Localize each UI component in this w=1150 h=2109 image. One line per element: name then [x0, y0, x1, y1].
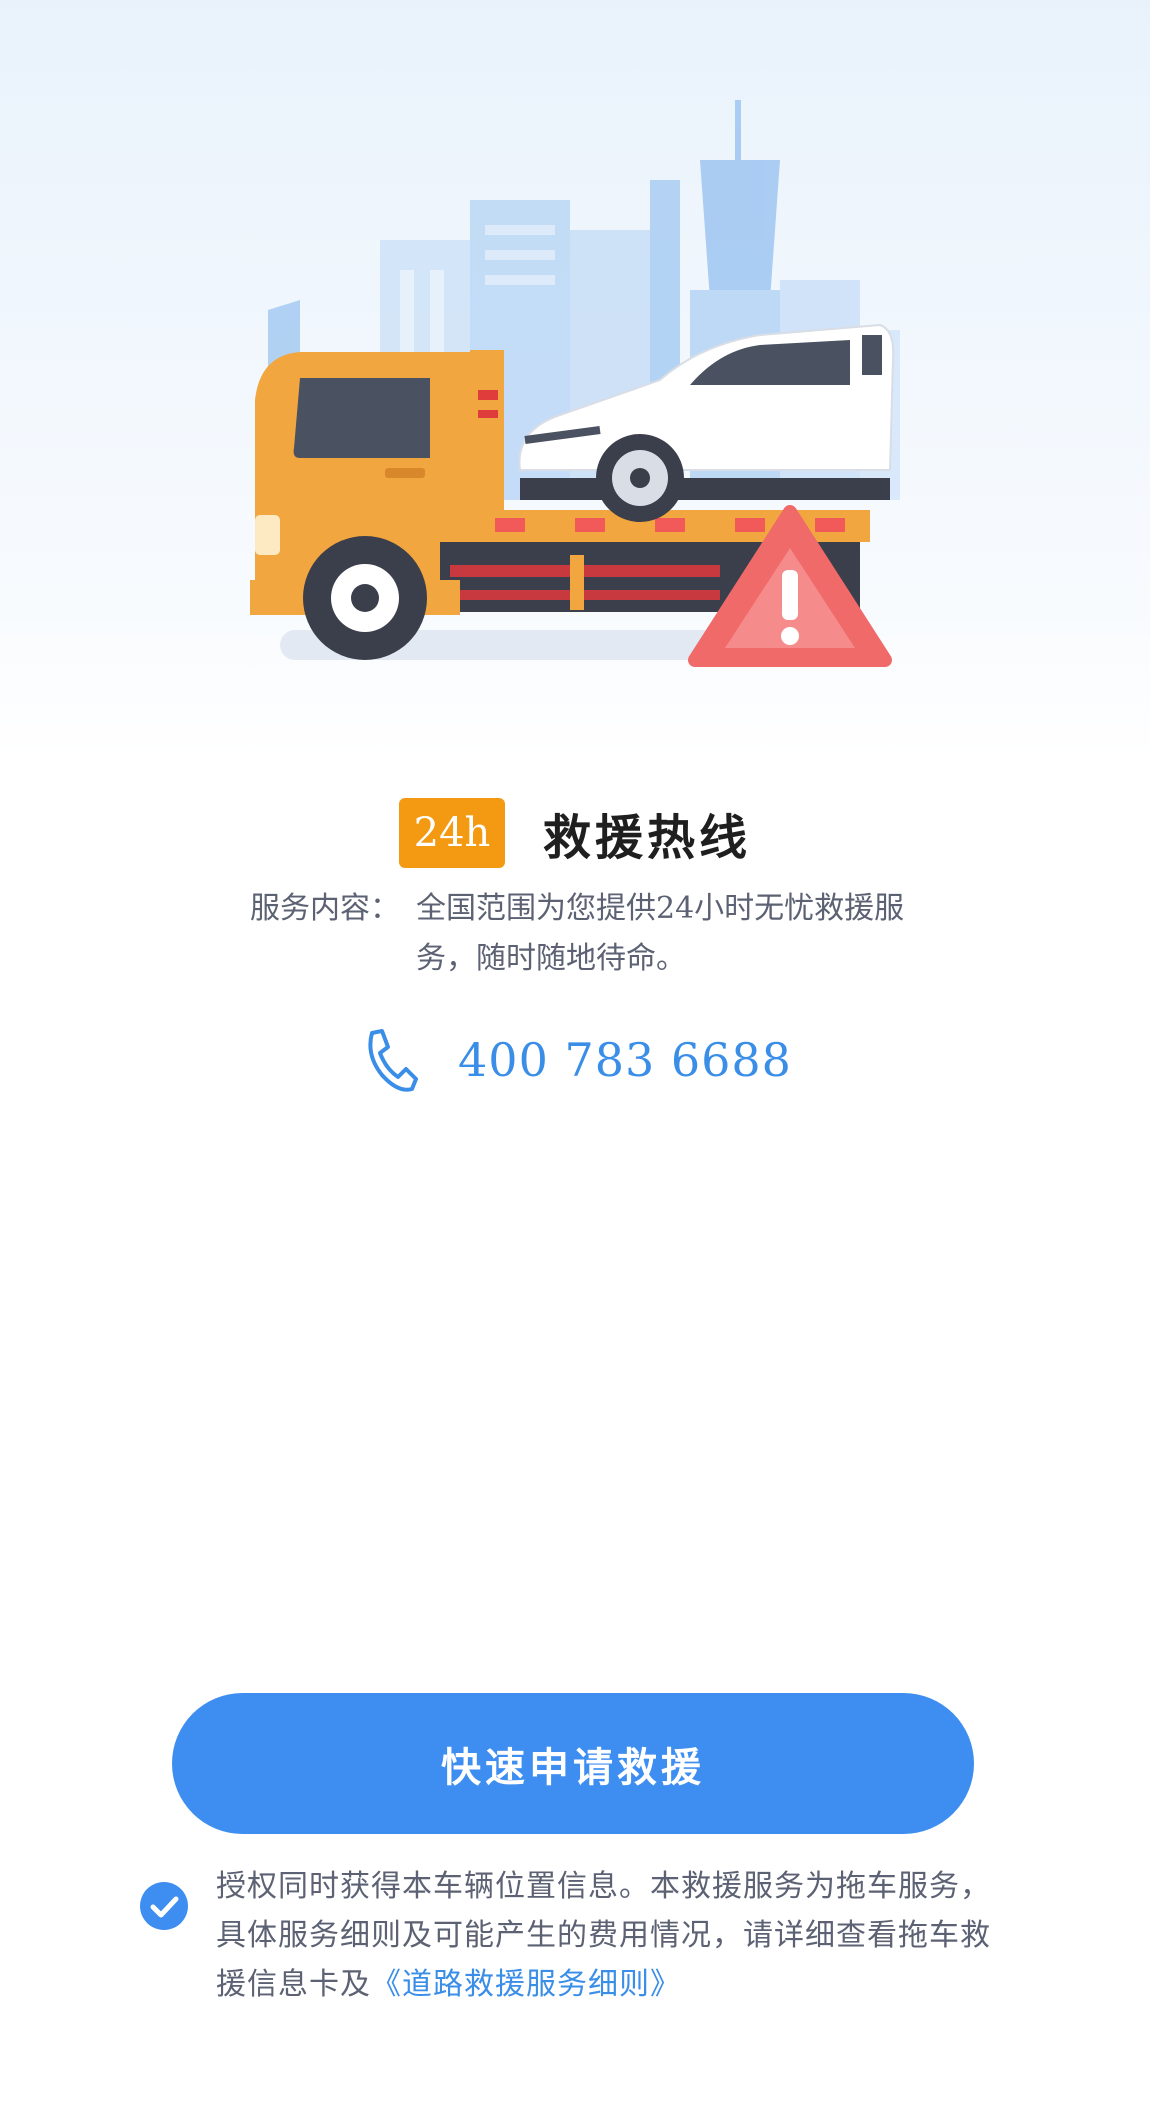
tow-truck-illustration — [250, 100, 900, 667]
service-text: 全国范围为您提供24小时无忧救援服务，随时随地待命。 — [416, 891, 905, 976]
check-circle-icon[interactable] — [140, 1882, 188, 1930]
agreement-text: 授权同时获得本车辆位置信息。本救援服务为拖车服务，具体服务细则及可能产生的费用情… — [216, 1862, 1020, 2009]
apply-rescue-button[interactable]: 快速申请救援 — [172, 1693, 974, 1834]
checkmark-icon — [150, 1896, 179, 1918]
phone-icon — [368, 1029, 419, 1092]
service-label: 服务内容： — [250, 891, 400, 926]
service-terms-link[interactable]: 《道路救援服务细则》 — [371, 1967, 681, 2002]
service-description: 服务内容： 全国范围为您提供24小时无忧救援服务，随时随地待命。 — [250, 884, 950, 984]
page-title: 救援热线 — [542, 809, 751, 866]
authorization-agreement: 授权同时获得本车辆位置信息。本救援服务为拖车服务，具体服务细则及可能产生的费用情… — [140, 1862, 1020, 2009]
24h-badge: 24h — [398, 797, 505, 868]
hero-illustration — [0, 0, 1150, 760]
hotline-header: 24h 救援热线 — [0, 795, 1150, 870]
phone-link[interactable]: 400 783 6688 — [0, 1020, 1150, 1100]
phone-number[interactable]: 400 783 6688 — [458, 1033, 792, 1087]
